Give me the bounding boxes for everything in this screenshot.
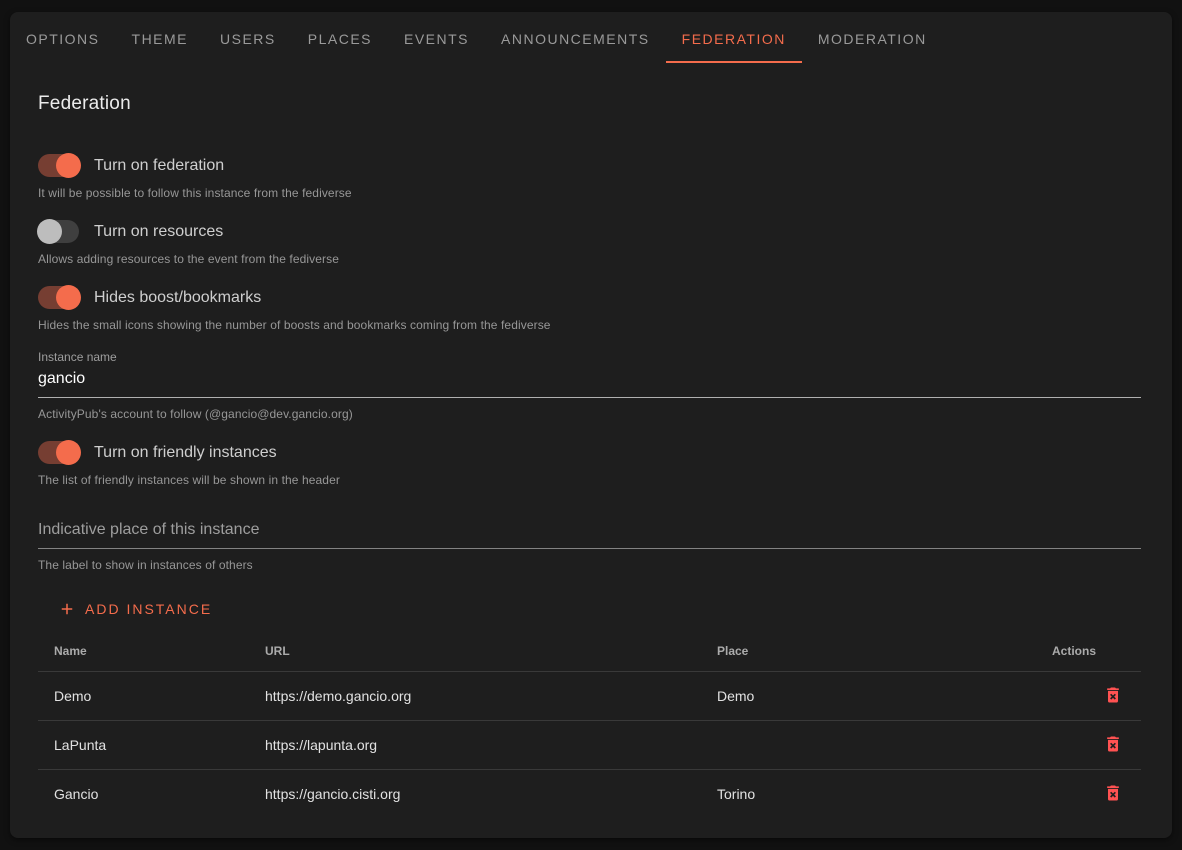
hide-boost-toggle-label: Hides boost/bookmarks bbox=[94, 289, 261, 307]
friendly-instances-toggle-hint: The list of friendly instances will be s… bbox=[38, 473, 1141, 487]
tab-announcements[interactable]: ANNOUNCEMENTS bbox=[485, 12, 666, 65]
instance-name-hint: ActivityPub's account to follow (@gancio… bbox=[38, 407, 1141, 421]
tab-moderation[interactable]: MODERATION bbox=[802, 12, 943, 65]
tab-label: PLACES bbox=[308, 31, 372, 47]
table-row: Gancio https://gancio.cisti.org Torino bbox=[38, 769, 1141, 818]
column-header-name: Name bbox=[38, 631, 249, 671]
federation-toggle-label: Turn on federation bbox=[94, 157, 224, 175]
federation-toggle-hint: It will be possible to follow this insta… bbox=[38, 186, 1141, 200]
plus-icon bbox=[58, 600, 76, 618]
cell-url: https://gancio.cisti.org bbox=[249, 769, 701, 818]
switch-thumb bbox=[37, 219, 62, 244]
delete-instance-button[interactable] bbox=[1101, 732, 1125, 756]
setting-resources: Turn on resources Allows adding resource… bbox=[38, 220, 1141, 266]
tab-places[interactable]: PLACES bbox=[292, 12, 388, 65]
delete-instance-button[interactable] bbox=[1101, 781, 1125, 805]
table-row: Demo https://demo.gancio.org Demo bbox=[38, 671, 1141, 720]
federation-settings: Federation Turn on federation It will be… bbox=[10, 93, 1172, 818]
setting-hide-boost: Hides boost/bookmarks Hides the small ic… bbox=[38, 286, 1141, 332]
column-header-url: URL bbox=[249, 631, 701, 671]
tab-options[interactable]: OPTIONS bbox=[10, 12, 116, 65]
switch-thumb bbox=[56, 153, 81, 178]
tab-label: MODERATION bbox=[818, 31, 927, 47]
trash-delete-icon bbox=[1103, 685, 1123, 705]
friendly-instances-toggle[interactable] bbox=[38, 441, 79, 464]
admin-panel-card: OPTIONS THEME USERS PLACES EVENTS ANNOUN… bbox=[10, 12, 1172, 838]
indicative-place-input[interactable] bbox=[38, 515, 1141, 549]
indicative-place-hint: The label to show in instances of others bbox=[38, 558, 1141, 572]
trash-delete-icon bbox=[1103, 783, 1123, 803]
tab-label: THEME bbox=[132, 31, 189, 47]
admin-tabbar: OPTIONS THEME USERS PLACES EVENTS ANNOUN… bbox=[10, 12, 1172, 65]
delete-instance-button[interactable] bbox=[1101, 683, 1125, 707]
add-instance-label: ADD INSTANCE bbox=[85, 601, 212, 617]
cell-place: Demo bbox=[701, 671, 1036, 720]
resources-toggle-hint: Allows adding resources to the event fro… bbox=[38, 252, 1141, 266]
tab-theme[interactable]: THEME bbox=[116, 12, 205, 65]
friendly-instances-toggle-label: Turn on friendly instances bbox=[94, 444, 277, 462]
column-header-actions: Actions bbox=[1036, 631, 1141, 671]
switch-thumb bbox=[56, 285, 81, 310]
tab-label: EVENTS bbox=[404, 31, 469, 47]
tab-label: OPTIONS bbox=[26, 31, 100, 47]
indicative-place-field: The label to show in instances of others bbox=[38, 515, 1141, 572]
hide-boost-toggle[interactable] bbox=[38, 286, 79, 309]
cell-name: LaPunta bbox=[38, 720, 249, 769]
cell-url: https://demo.gancio.org bbox=[249, 671, 701, 720]
cell-name: Demo bbox=[38, 671, 249, 720]
tab-label: FEDERATION bbox=[682, 31, 786, 47]
page-title: Federation bbox=[38, 93, 1141, 115]
cell-place: Torino bbox=[701, 769, 1036, 818]
tab-label: ANNOUNCEMENTS bbox=[501, 31, 650, 47]
cell-name: Gancio bbox=[38, 769, 249, 818]
setting-friendly-instances: Turn on friendly instances The list of f… bbox=[38, 441, 1141, 487]
resources-toggle-label: Turn on resources bbox=[94, 223, 223, 241]
switch-thumb bbox=[56, 440, 81, 465]
cell-place bbox=[701, 720, 1036, 769]
instances-table: Name URL Place Actions Demo https://demo… bbox=[38, 631, 1141, 818]
tab-users[interactable]: USERS bbox=[204, 12, 292, 65]
table-header-row: Name URL Place Actions bbox=[38, 631, 1141, 671]
setting-federation: Turn on federation It will be possible t… bbox=[38, 154, 1141, 200]
column-header-place: Place bbox=[701, 631, 1036, 671]
federation-toggle[interactable] bbox=[38, 154, 79, 177]
trash-delete-icon bbox=[1103, 734, 1123, 754]
tab-federation[interactable]: FEDERATION bbox=[666, 12, 802, 65]
tab-events[interactable]: EVENTS bbox=[388, 12, 485, 65]
table-row: LaPunta https://lapunta.org bbox=[38, 720, 1141, 769]
add-instance-button[interactable]: ADD INSTANCE bbox=[56, 596, 220, 622]
hide-boost-toggle-hint: Hides the small icons showing the number… bbox=[38, 318, 1141, 332]
instance-name-label: Instance name bbox=[38, 350, 1141, 364]
resources-toggle[interactable] bbox=[38, 220, 79, 243]
tab-label: USERS bbox=[220, 31, 276, 47]
instance-name-field: Instance name ActivityPub's account to f… bbox=[38, 350, 1141, 421]
cell-url: https://lapunta.org bbox=[249, 720, 701, 769]
instance-name-input[interactable] bbox=[38, 364, 1141, 398]
